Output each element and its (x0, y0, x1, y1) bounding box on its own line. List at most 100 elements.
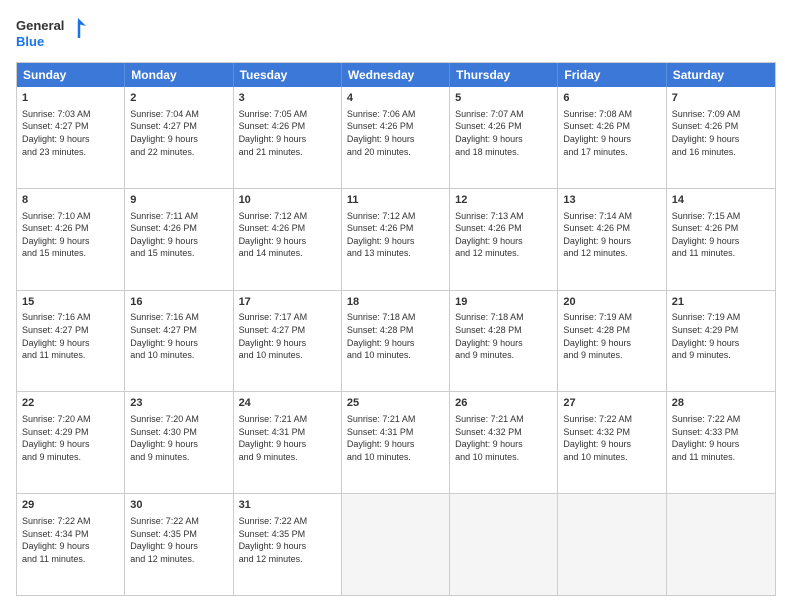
calendar-cell: 1 Sunrise: 7:03 AM Sunset: 4:27 PM Daylig… (17, 87, 125, 188)
day-info: Sunrise: 7:22 AM Sunset: 4:35 PM Dayligh… (239, 515, 336, 565)
day-number: 4 (347, 91, 444, 106)
day-info: Sunrise: 7:22 AM Sunset: 4:33 PM Dayligh… (672, 413, 770, 463)
logo-svg: General Blue (16, 16, 86, 52)
calendar-row: 8 Sunrise: 7:10 AM Sunset: 4:26 PM Daylig… (17, 188, 775, 290)
day-number: 29 (22, 498, 119, 513)
calendar-cell: 21Sunrise: 7:19 AM Sunset: 4:29 PM Dayli… (667, 291, 775, 392)
calendar-row: 29 Sunrise: 7:22 AM Sunset: 4:34 PM Dayli… (17, 493, 775, 595)
day-number: 14 (672, 193, 770, 208)
calendar-cell: 13 Sunrise: 7:14 AM Sunset: 4:26 PM Dayli… (558, 189, 666, 290)
day-info: Sunrise: 7:13 AM Sunset: 4:26 PM Dayligh… (455, 210, 552, 260)
weekday-header: Monday (125, 63, 233, 87)
calendar-cell (558, 494, 666, 595)
day-info: Sunrise: 7:17 AM Sunset: 4:27 PM Dayligh… (239, 311, 336, 361)
day-number: 31 (239, 498, 336, 513)
day-number: 19 (455, 295, 552, 310)
calendar-cell: 31 Sunrise: 7:22 AM Sunset: 4:35 PM Dayli… (234, 494, 342, 595)
calendar-cell: 14 Sunrise: 7:15 AM Sunset: 4:26 PM Dayli… (667, 189, 775, 290)
day-info: Sunrise: 7:19 AM Sunset: 4:28 PM Dayligh… (563, 311, 660, 361)
calendar-cell: 15Sunrise: 7:16 AM Sunset: 4:27 PM Dayli… (17, 291, 125, 392)
day-info: Sunrise: 7:22 AM Sunset: 4:32 PM Dayligh… (563, 413, 660, 463)
day-info: Sunrise: 7:06 AM Sunset: 4:26 PM Dayligh… (347, 108, 444, 158)
calendar-cell (667, 494, 775, 595)
calendar-cell: 10Sunrise: 7:12 AM Sunset: 4:26 PM Dayli… (234, 189, 342, 290)
day-number: 3 (239, 91, 336, 106)
day-number: 7 (672, 91, 770, 106)
calendar-header: SundayMondayTuesdayWednesdayThursdayFrid… (17, 63, 775, 87)
calendar-cell: 20Sunrise: 7:19 AM Sunset: 4:28 PM Dayli… (558, 291, 666, 392)
page: General Blue SundayMondayTuesdayWednesda… (0, 0, 792, 612)
weekday-header: Sunday (17, 63, 125, 87)
calendar-cell: 11Sunrise: 7:12 AM Sunset: 4:26 PM Dayli… (342, 189, 450, 290)
day-number: 28 (672, 396, 770, 411)
day-number: 16 (130, 295, 227, 310)
calendar-cell: 8 Sunrise: 7:10 AM Sunset: 4:26 PM Daylig… (17, 189, 125, 290)
day-info: Sunrise: 7:14 AM Sunset: 4:26 PM Dayligh… (563, 210, 660, 260)
calendar-cell: 22Sunrise: 7:20 AM Sunset: 4:29 PM Dayli… (17, 392, 125, 493)
weekday-header: Friday (558, 63, 666, 87)
weekday-header: Wednesday (342, 63, 450, 87)
day-info: Sunrise: 7:15 AM Sunset: 4:26 PM Dayligh… (672, 210, 770, 260)
day-info: Sunrise: 7:22 AM Sunset: 4:34 PM Dayligh… (22, 515, 119, 565)
calendar-cell: 28 Sunrise: 7:22 AM Sunset: 4:33 PM Dayli… (667, 392, 775, 493)
day-info: Sunrise: 7:20 AM Sunset: 4:30 PM Dayligh… (130, 413, 227, 463)
day-number: 2 (130, 91, 227, 106)
day-number: 10 (239, 193, 336, 208)
day-number: 25 (347, 396, 444, 411)
calendar: SundayMondayTuesdayWednesdayThursdayFrid… (16, 62, 776, 596)
day-info: Sunrise: 7:19 AM Sunset: 4:29 PM Dayligh… (672, 311, 770, 361)
day-info: Sunrise: 7:05 AM Sunset: 4:26 PM Dayligh… (239, 108, 336, 158)
calendar-cell: 30 Sunrise: 7:22 AM Sunset: 4:35 PM Dayli… (125, 494, 233, 595)
calendar-cell: 26 Sunrise: 7:21 AM Sunset: 4:32 PM Dayli… (450, 392, 558, 493)
day-info: Sunrise: 7:18 AM Sunset: 4:28 PM Dayligh… (347, 311, 444, 361)
day-info: Sunrise: 7:16 AM Sunset: 4:27 PM Dayligh… (130, 311, 227, 361)
calendar-cell: 7 Sunrise: 7:09 AM Sunset: 4:26 PM Daylig… (667, 87, 775, 188)
day-number: 26 (455, 396, 552, 411)
calendar-cell: 2 Sunrise: 7:04 AM Sunset: 4:27 PM Daylig… (125, 87, 233, 188)
calendar-cell: 16Sunrise: 7:16 AM Sunset: 4:27 PM Dayli… (125, 291, 233, 392)
day-info: Sunrise: 7:21 AM Sunset: 4:32 PM Dayligh… (455, 413, 552, 463)
day-number: 12 (455, 193, 552, 208)
day-number: 20 (563, 295, 660, 310)
day-info: Sunrise: 7:12 AM Sunset: 4:26 PM Dayligh… (347, 210, 444, 260)
day-number: 8 (22, 193, 119, 208)
day-number: 1 (22, 91, 119, 106)
day-number: 9 (130, 193, 227, 208)
day-number: 30 (130, 498, 227, 513)
day-info: Sunrise: 7:16 AM Sunset: 4:27 PM Dayligh… (22, 311, 119, 361)
day-info: Sunrise: 7:22 AM Sunset: 4:35 PM Dayligh… (130, 515, 227, 565)
calendar-cell: 23 Sunrise: 7:20 AM Sunset: 4:30 PM Dayli… (125, 392, 233, 493)
day-number: 23 (130, 396, 227, 411)
day-info: Sunrise: 7:07 AM Sunset: 4:26 PM Dayligh… (455, 108, 552, 158)
calendar-cell: 6 Sunrise: 7:08 AM Sunset: 4:26 PM Daylig… (558, 87, 666, 188)
header: General Blue (16, 16, 776, 52)
day-number: 13 (563, 193, 660, 208)
day-info: Sunrise: 7:04 AM Sunset: 4:27 PM Dayligh… (130, 108, 227, 158)
weekday-header: Tuesday (234, 63, 342, 87)
day-number: 17 (239, 295, 336, 310)
calendar-cell: 12 Sunrise: 7:13 AM Sunset: 4:26 PM Dayli… (450, 189, 558, 290)
calendar-row: 22Sunrise: 7:20 AM Sunset: 4:29 PM Dayli… (17, 391, 775, 493)
weekday-header: Saturday (667, 63, 775, 87)
calendar-cell: 18Sunrise: 7:18 AM Sunset: 4:28 PM Dayli… (342, 291, 450, 392)
calendar-cell: 5Sunrise: 7:07 AM Sunset: 4:26 PM Daylig… (450, 87, 558, 188)
svg-text:Blue: Blue (16, 34, 44, 49)
calendar-row: 15Sunrise: 7:16 AM Sunset: 4:27 PM Dayli… (17, 290, 775, 392)
day-number: 21 (672, 295, 770, 310)
calendar-row: 1 Sunrise: 7:03 AM Sunset: 4:27 PM Daylig… (17, 87, 775, 188)
logo: General Blue (16, 16, 86, 52)
day-info: Sunrise: 7:03 AM Sunset: 4:27 PM Dayligh… (22, 108, 119, 158)
day-info: Sunrise: 7:18 AM Sunset: 4:28 PM Dayligh… (455, 311, 552, 361)
calendar-cell: 17Sunrise: 7:17 AM Sunset: 4:27 PM Dayli… (234, 291, 342, 392)
day-info: Sunrise: 7:10 AM Sunset: 4:26 PM Dayligh… (22, 210, 119, 260)
calendar-cell: 9Sunrise: 7:11 AM Sunset: 4:26 PM Daylig… (125, 189, 233, 290)
day-info: Sunrise: 7:09 AM Sunset: 4:26 PM Dayligh… (672, 108, 770, 158)
day-info: Sunrise: 7:21 AM Sunset: 4:31 PM Dayligh… (239, 413, 336, 463)
calendar-cell (450, 494, 558, 595)
calendar-body: 1 Sunrise: 7:03 AM Sunset: 4:27 PM Daylig… (17, 87, 775, 595)
day-number: 6 (563, 91, 660, 106)
calendar-cell: 25Sunrise: 7:21 AM Sunset: 4:31 PM Dayli… (342, 392, 450, 493)
day-number: 18 (347, 295, 444, 310)
calendar-cell: 27Sunrise: 7:22 AM Sunset: 4:32 PM Dayli… (558, 392, 666, 493)
day-info: Sunrise: 7:08 AM Sunset: 4:26 PM Dayligh… (563, 108, 660, 158)
